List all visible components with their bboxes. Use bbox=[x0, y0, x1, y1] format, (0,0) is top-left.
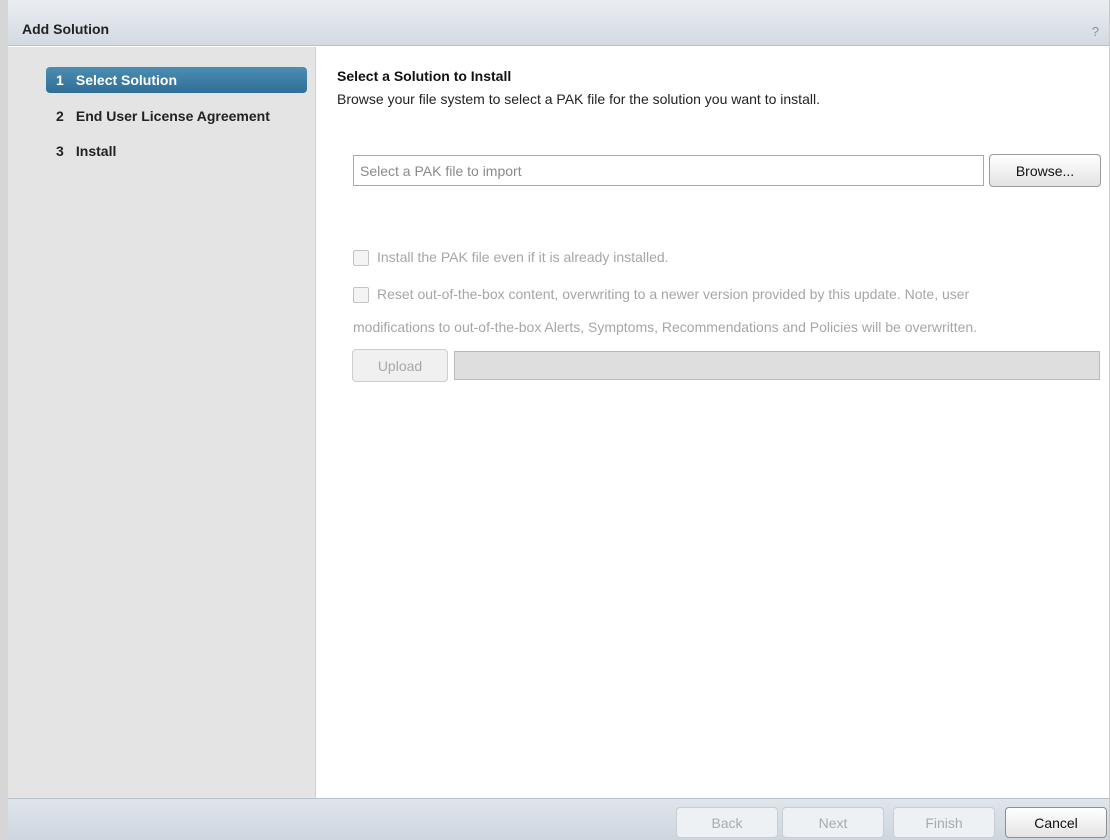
force-install-label: Install the PAK file even if it is alrea… bbox=[377, 249, 669, 265]
next-button[interactable]: Next bbox=[782, 807, 884, 838]
wizard-steps-sidebar: 1 Select Solution 2 End User License Agr… bbox=[8, 47, 316, 798]
wizard-content: Select a Solution to Install Browse your… bbox=[317, 47, 1109, 798]
wizard-footer: Back Next Finish Cancel bbox=[8, 798, 1109, 840]
pak-file-input[interactable] bbox=[353, 155, 984, 186]
back-button[interactable]: Back bbox=[676, 807, 778, 838]
browse-button[interactable]: Browse... bbox=[989, 154, 1101, 187]
dialog-titlebar: Add Solution ? bbox=[8, 0, 1109, 46]
reset-content-label-line1: Reset out-of-the-box content, overwritin… bbox=[377, 286, 970, 302]
step-select-solution[interactable]: 1 Select Solution bbox=[46, 67, 307, 93]
dialog-title: Add Solution bbox=[22, 21, 110, 37]
cancel-button[interactable]: Cancel bbox=[1005, 807, 1107, 838]
page-description: Browse your file system to select a PAK … bbox=[337, 91, 820, 107]
add-solution-dialog: Add Solution ? 1 Select Solution 2 End U… bbox=[0, 0, 1110, 840]
step-end-user-license-agreement[interactable]: 2 End User License Agreement bbox=[46, 103, 307, 129]
upload-progress-bar bbox=[454, 351, 1100, 380]
help-icon[interactable]: ? bbox=[1092, 24, 1099, 39]
force-install-checkbox[interactable] bbox=[353, 250, 369, 266]
step-number: 3 bbox=[56, 143, 64, 159]
reset-content-checkbox[interactable] bbox=[353, 287, 369, 303]
page-title: Select a Solution to Install bbox=[337, 68, 512, 84]
step-install[interactable]: 3 Install bbox=[46, 138, 307, 164]
upload-button[interactable]: Upload bbox=[352, 349, 448, 382]
reset-content-label-line2: modifications to out-of-the-box Alerts, … bbox=[353, 319, 978, 335]
step-label: Install bbox=[75, 143, 117, 159]
step-label: Select Solution bbox=[75, 72, 178, 88]
step-label: End User License Agreement bbox=[75, 108, 270, 124]
finish-button[interactable]: Finish bbox=[893, 807, 995, 838]
step-number: 1 bbox=[56, 72, 64, 88]
step-number: 2 bbox=[56, 108, 64, 124]
